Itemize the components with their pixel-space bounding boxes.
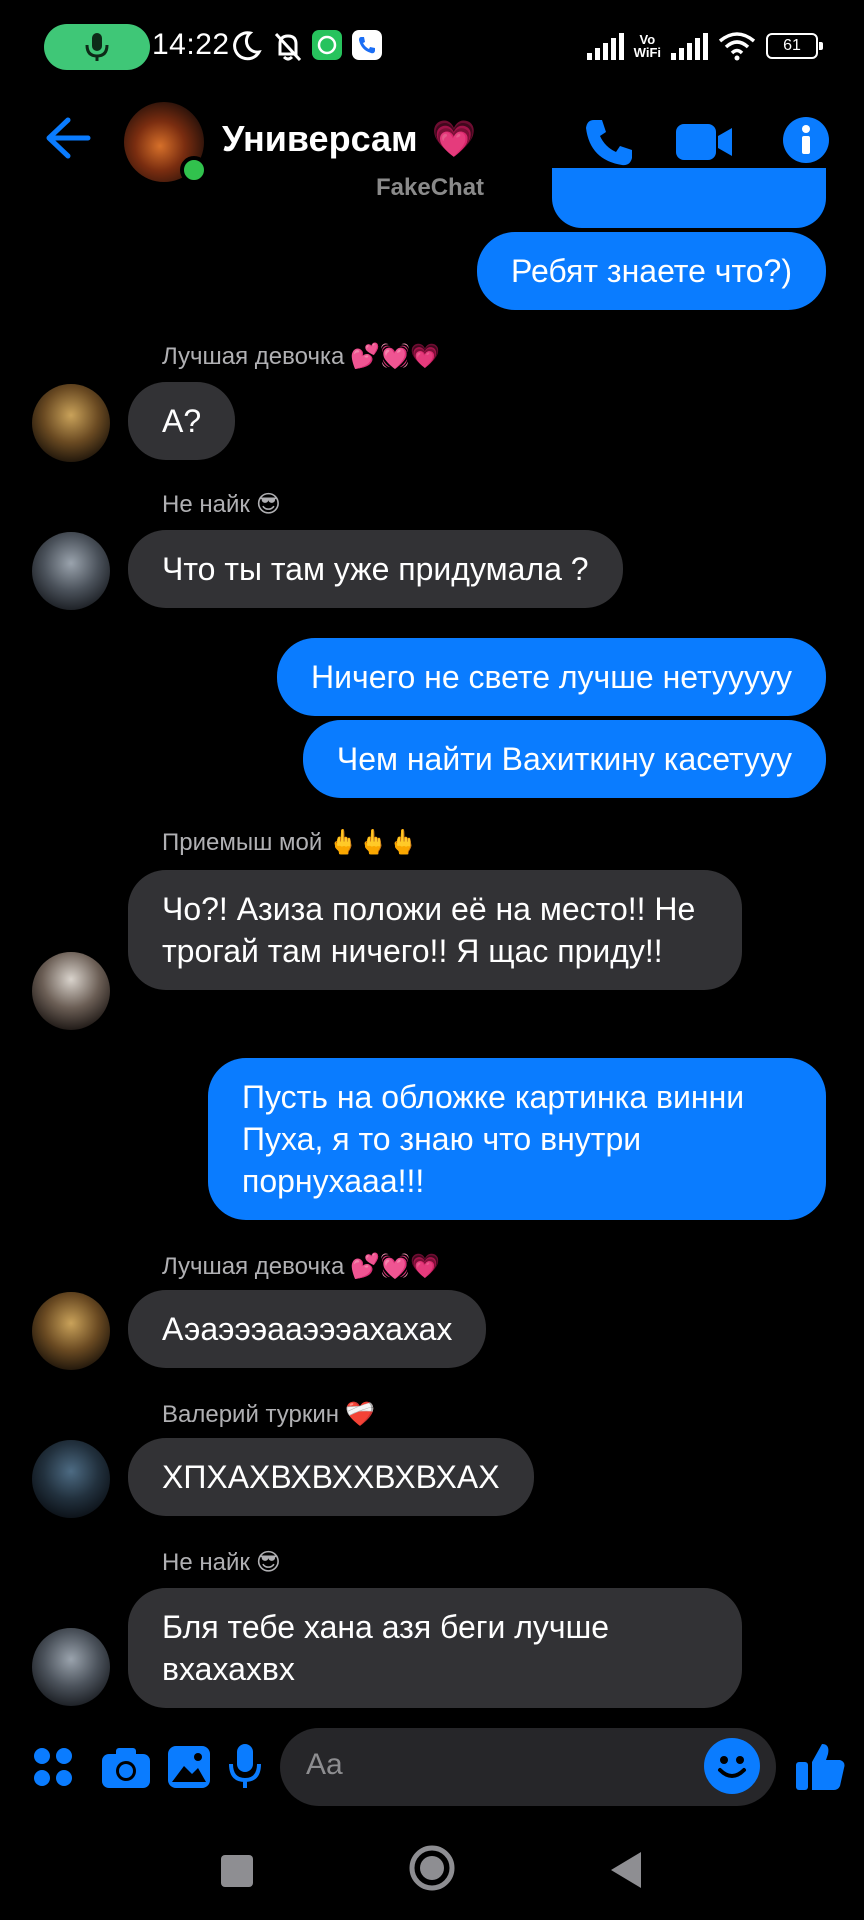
phone-app-icon [352,30,382,60]
vowifi-label: Vo WiFi [634,33,661,59]
emoji-button[interactable] [704,1738,760,1794]
message-input[interactable]: Aa [280,1728,776,1806]
signal-icon [586,32,624,60]
message-bubble-out[interactable]: Чем найти Вахиткину касетууу [302,720,826,798]
sender-name-text: Лучшая девочка [162,342,345,370]
message-bubble-out[interactable]: Ничего не свете лучше нетууууу [277,638,826,716]
sender-name-text: Не найк [162,1548,250,1576]
battery-icon: 61 [766,33,823,59]
system-navigation-bar [0,1820,864,1920]
avatar[interactable] [32,1292,110,1370]
whatsapp-icon [312,30,342,60]
message-bubble-partial [552,168,826,228]
status-indicators: Vo WiFi 61 [586,26,823,66]
avatar[interactable] [32,1440,110,1518]
gallery-icon[interactable] [166,1744,212,1790]
wifi-icon [718,32,756,61]
recents-square-icon[interactable] [220,1854,254,1888]
thumbs-up-icon[interactable] [794,1740,848,1794]
avatar[interactable] [32,532,110,610]
sender-emoji: 🖕🖕🖕 [328,829,418,856]
sender-emoji: ❤️‍🩹 [345,1401,375,1428]
video-call-icon[interactable] [676,120,734,164]
chat-title[interactable]: Универсам 💗 [222,118,477,160]
status-bar: 14:22 Vo WiFi 61 [0,0,864,96]
back-triangle-icon[interactable] [608,1850,644,1890]
online-indicator [180,156,208,184]
microphone-icon [85,33,109,61]
clock: 14:22 [152,28,230,61]
home-circle-icon[interactable] [408,1844,456,1892]
sender-emoji: 😎 [255,1549,281,1576]
message-bubble-in[interactable]: ХПХАХВХВХХВХВХАХ [128,1438,534,1516]
moon-icon [233,31,262,61]
sender-name-text: Не найк [162,490,250,518]
sender-name: Не найк 😎 [162,490,281,519]
message-bubble-in[interactable]: Чо?! Азиза положи её на место!! Не трога… [128,870,742,990]
message-bubble-in[interactable]: Аэаэээааэээахахах [128,1290,487,1368]
sender-name: Не найк 😎 [162,1548,281,1577]
sender-emoji: 💕💓💗 [350,1253,440,1280]
sender-emoji: 💕💓💗 [350,343,440,370]
info-icon[interactable] [782,116,830,164]
fakechat-watermark: FakeChat [376,174,485,201]
avatar[interactable] [32,952,110,1030]
back-arrow-icon[interactable] [44,116,92,160]
message-input-placeholder: Aa [306,1748,343,1781]
bell-off-icon [274,32,302,62]
mic-active-indicator [44,24,150,70]
message-bubble-in[interactable]: Бля тебе хана азя беги лучше вхахахвх [128,1588,742,1708]
phone-call-icon[interactable] [582,116,636,170]
sender-name: Валерий туркин ❤️‍🩹 [162,1400,375,1429]
avatar[interactable] [32,1628,110,1706]
message-bubble-out[interactable]: Ребят знаете что?) [477,232,826,310]
sender-name: Приемыш мой 🖕🖕🖕 [162,828,418,857]
voice-message-icon[interactable] [228,1742,262,1792]
message-bubble-out[interactable]: Пусть на обложке картинка винни Пуха, я … [208,1058,826,1220]
heart-emoji: 💗 [431,118,477,159]
message-bubble-in[interactable]: Что ты там уже придумала ? [128,530,623,608]
smiley-icon [718,1756,746,1778]
sender-name-text: Лучшая девочка [162,1252,345,1280]
sender-name-text: Валерий туркин [162,1400,340,1428]
avatar[interactable] [32,384,110,462]
vowifi-line2: WiFi [633,45,661,60]
message-bubble-in[interactable]: А? [128,382,236,460]
sender-emoji: 😎 [255,491,281,518]
apps-grid-icon[interactable] [32,1746,76,1790]
chat-title-text: Универсам [222,118,418,159]
camera-icon[interactable] [100,1746,152,1790]
sender-name-text: Приемыш мой [162,828,323,856]
sender-name: Лучшая девочка 💕💓💗 [162,1252,440,1281]
message-composer: Aa [0,1718,864,1818]
group-avatar[interactable] [124,102,208,184]
sender-name: Лучшая девочка 💕💓💗 [162,342,440,371]
signal-icon-2 [671,32,708,60]
